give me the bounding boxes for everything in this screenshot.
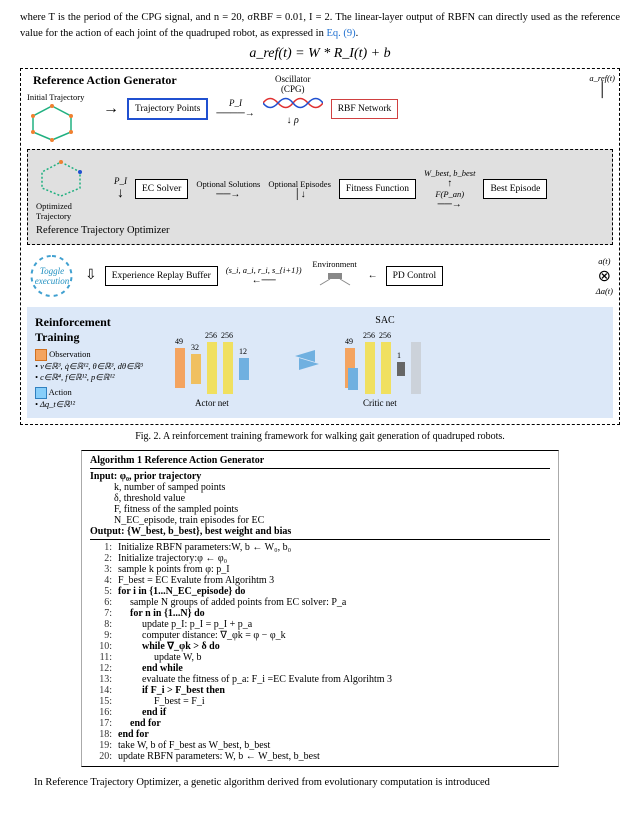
hex-trajectory-icon: [27, 102, 77, 142]
optional-eps-label: Optional Episodes: [268, 179, 331, 189]
ref-traj-optimizer: Optimized Trajectory P_I ↓ EC Solver Opt…: [27, 149, 613, 245]
sac-label: SAC: [165, 315, 605, 326]
blue-cube-icon: [35, 387, 47, 399]
algorithm-1: Algorithm 1 Reference Action Generator I…: [81, 450, 559, 767]
svg-text:256: 256: [379, 331, 391, 340]
obs-items: • v∈ℝ³, q̇∈ℝ¹², θ∈ℝ³, dθ∈ℝ³: [35, 361, 155, 372]
at-label: a(t): [596, 256, 613, 266]
figure-caption: Fig. 2. A reinforcement training framewo…: [20, 431, 620, 442]
svg-text:49: 49: [345, 337, 353, 346]
svg-text:49: 49: [175, 337, 183, 346]
svg-text:256: 256: [363, 331, 375, 340]
da-label: Δa(t): [596, 286, 613, 296]
svg-text:32: 32: [191, 343, 199, 352]
reinf-title: Reinforcement Training: [35, 315, 155, 345]
robot-icon: [310, 269, 360, 289]
obs-items-2: • c∈ℝ⁴, f∈ℝ¹², p∈ℝ¹²: [35, 372, 155, 383]
pi-label: P_I: [216, 98, 254, 108]
env-label: Environment: [310, 259, 360, 269]
aref-label: a_ref(t): [589, 73, 615, 83]
svg-text:1: 1: [397, 351, 401, 360]
ec-solver-box: EC Solver: [135, 179, 188, 199]
pd-control-box: PD Control: [386, 266, 444, 286]
optional-sols-label: Optional Solutions: [196, 179, 260, 189]
rbf-network-box: RBF Network: [331, 99, 399, 119]
svg-text:Actor net: Actor net: [195, 398, 229, 406]
action-label: Action: [49, 387, 72, 397]
traj-points-box: Trajectory Points: [127, 98, 208, 120]
wb-best-label: W_best, b_best: [424, 168, 475, 178]
fitness-fn-box: Fitness Function: [339, 179, 416, 199]
hex-trajectory-icon-2: [36, 158, 86, 198]
svg-text:256: 256: [221, 331, 233, 340]
optimized-traj-label: Optimized Trajectory: [36, 201, 106, 221]
sine-wave-icon: [263, 94, 323, 112]
svg-text:256: 256: [205, 331, 217, 340]
svg-text:12: 12: [239, 347, 247, 356]
algo-title: Algorithm 1 Reference Action Generator: [90, 455, 550, 469]
toggle-execution-icon: Toggle execution: [27, 251, 77, 301]
reinforcement-training-zone: Reinforcement Training Observation • v∈ℝ…: [27, 307, 613, 418]
best-episode-box: Best Episode: [483, 179, 547, 199]
body-text: where T is the period of the CPG signal,…: [20, 10, 620, 42]
ref-traj-opt-title: Reference Trajectory Optimizer: [36, 225, 604, 236]
orange-cube-icon: [35, 349, 47, 361]
figure-2: Reference Action Generator Initial Traje…: [20, 68, 620, 425]
sars-tuple: (s_i, a_i, r_i, s_{i+1}): [226, 265, 302, 275]
eq-link: Eq. (9): [326, 28, 355, 39]
ref-gen-title: Reference Action Generator: [33, 73, 613, 88]
obs-label: Observation: [49, 349, 91, 359]
svg-text:Critic net: Critic net: [363, 398, 397, 406]
body-text-2: In Reference Trajectory Optimizer, a gen…: [20, 775, 620, 791]
equation: a_ref(t) = W * R_I(t) + b: [20, 46, 620, 62]
oscillator-label: Oscillator(CPG): [263, 74, 323, 94]
initial-traj-label: Initial Trajectory: [27, 92, 97, 102]
act-items: • Δq_t∈ℝ¹²: [35, 399, 155, 410]
nn-diagram-icon: 49 32 256 256 12 Actor net 49 256 256 1: [165, 326, 605, 406]
replay-buffer-box: Experience Replay Buffer: [105, 266, 218, 286]
